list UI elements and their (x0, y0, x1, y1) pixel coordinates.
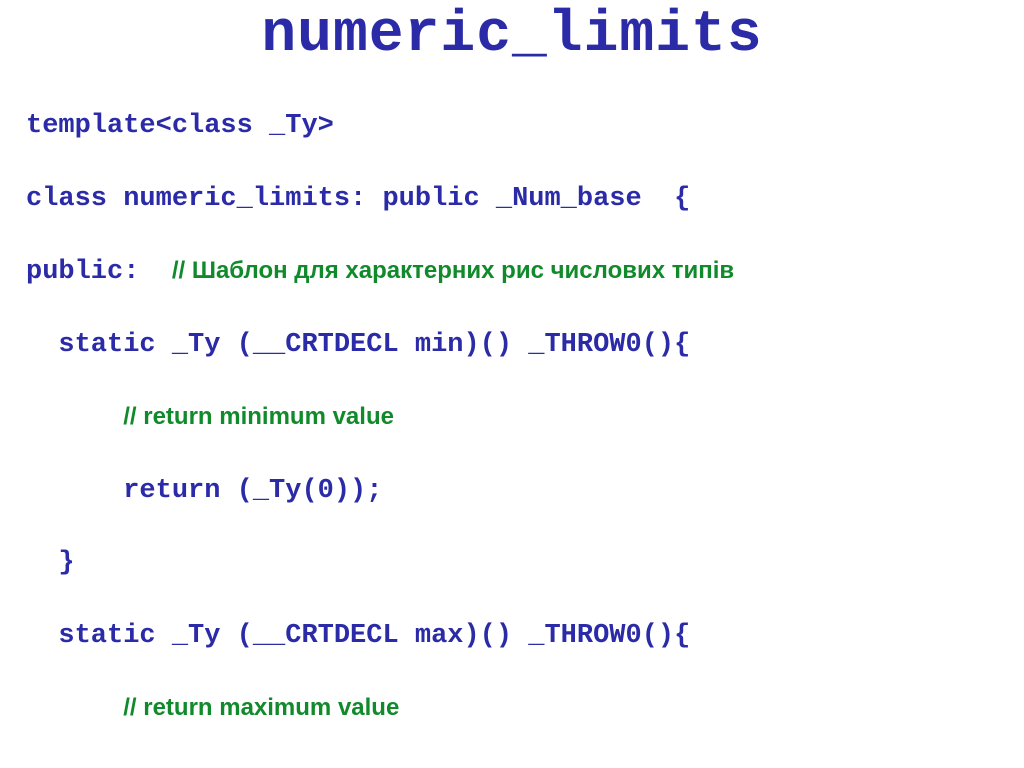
code-line: } (26, 545, 1024, 581)
code-line: return (_Ty(0)); (26, 473, 1024, 509)
slide-title: numeric_limits (0, 0, 1024, 68)
code-line: class numeric_limits: public _Num_base { (26, 181, 1024, 217)
code-line: template<class _Ty> (26, 108, 1024, 144)
code-line: return (_Ty(0)); (26, 764, 1024, 768)
code-comment: // Шаблон для характерних рис числових т… (172, 257, 734, 284)
code-line: // return minimum value (26, 400, 1024, 436)
code-block: template<class _Ty> class numeric_limits… (0, 68, 1024, 768)
code-comment: // return minimum value (123, 403, 394, 430)
code-line: // return maximum value (26, 691, 1024, 727)
code-line: static _Ty (__CRTDECL min)() _THROW0(){ (26, 327, 1024, 363)
code-line: public: // Шаблон для характерних рис чи… (26, 254, 1024, 290)
code-keyword: public: (26, 257, 139, 287)
code-line: static _Ty (__CRTDECL max)() _THROW0(){ (26, 618, 1024, 654)
code-comment: // return maximum value (123, 694, 399, 721)
